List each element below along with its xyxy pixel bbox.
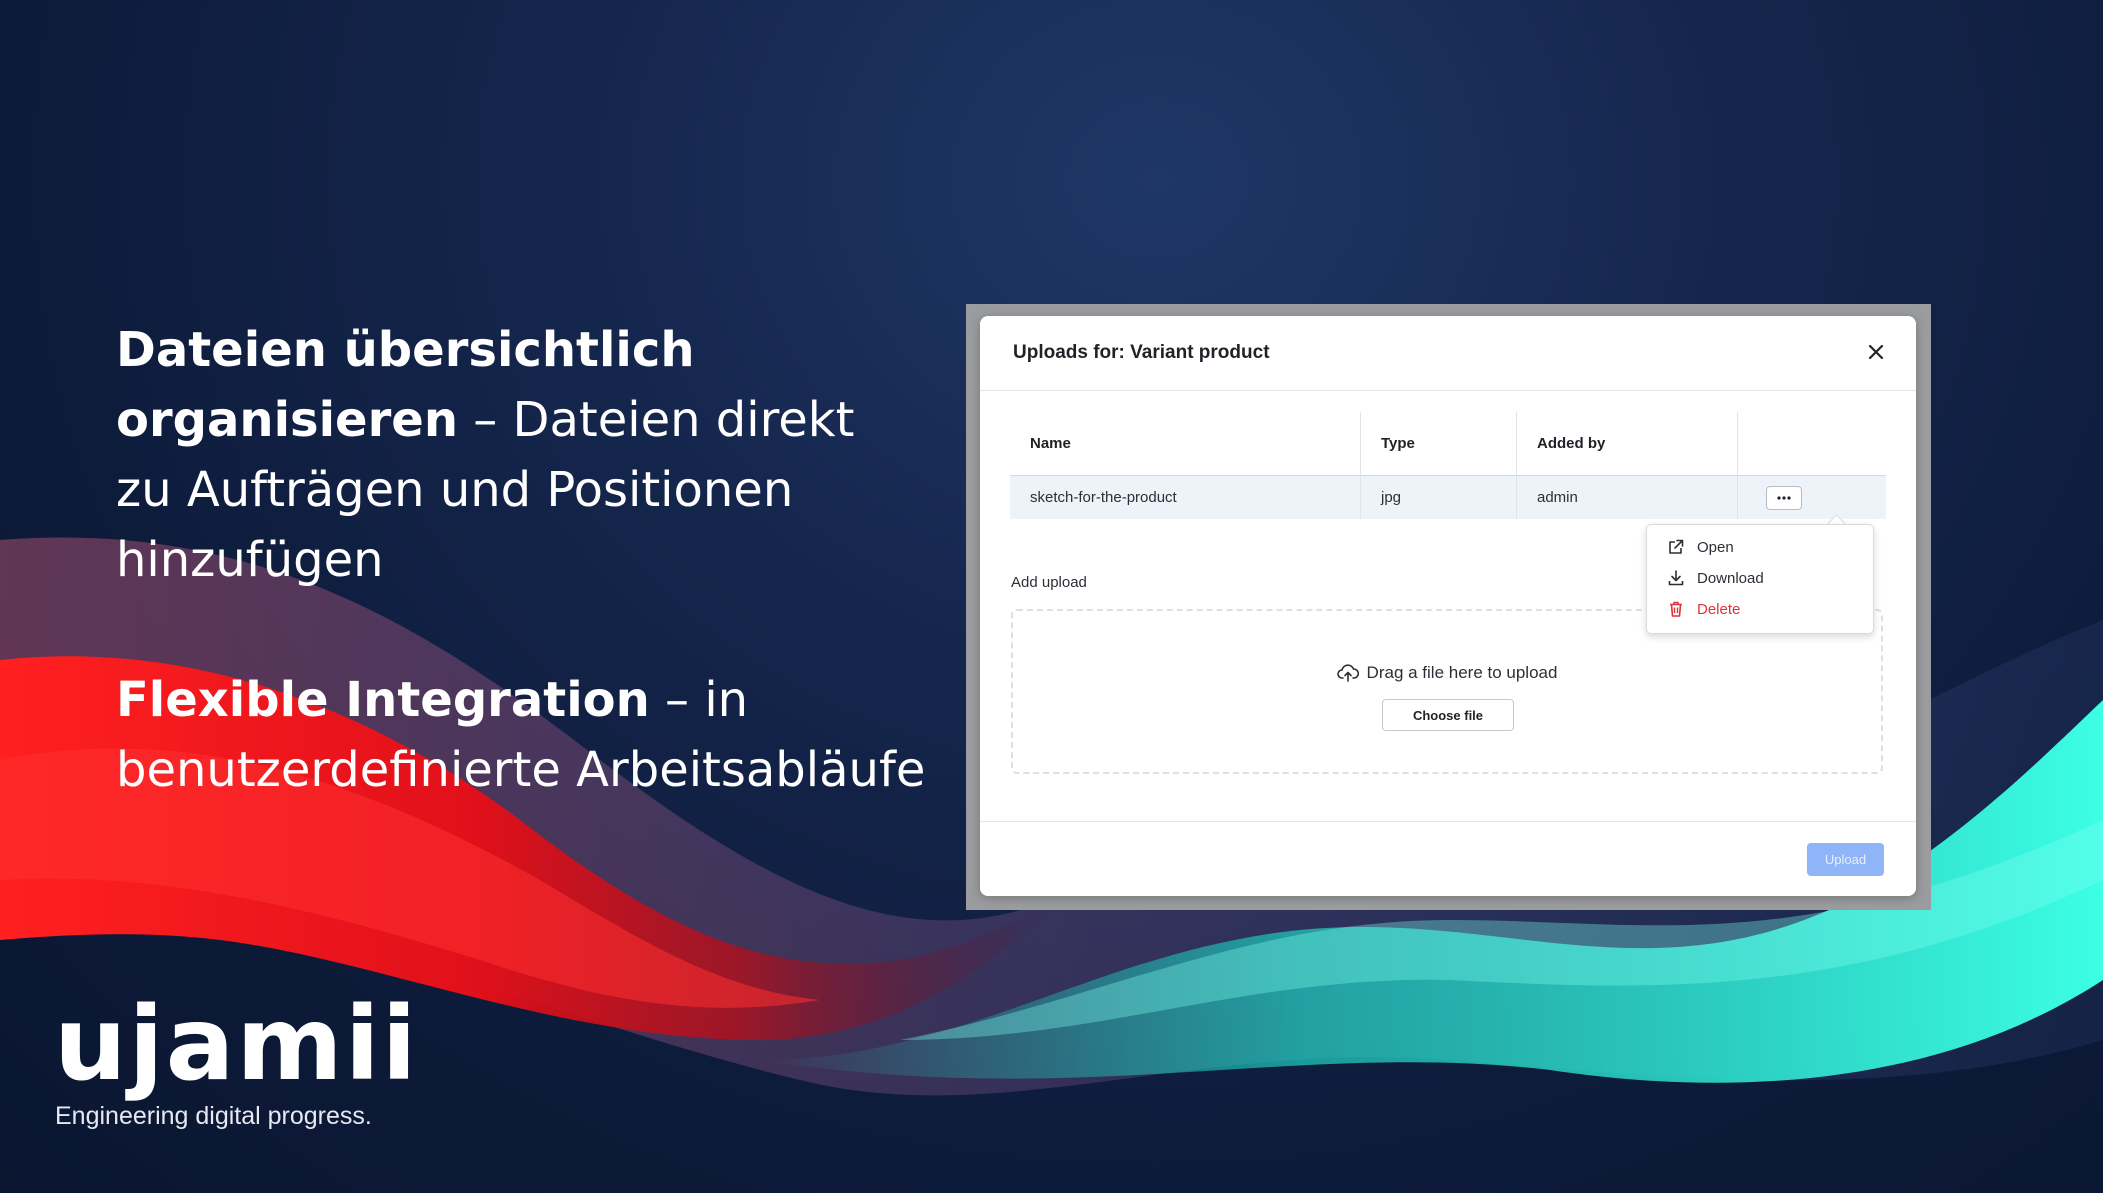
- headline-text-5: – in: [649, 672, 749, 728]
- cell-actions: [1737, 475, 1886, 519]
- download-icon: [1668, 570, 1684, 586]
- dialog-footer: Upload: [980, 821, 1916, 897]
- menu-label-open: Open: [1697, 538, 1734, 556]
- uploads-table: Name Type Added by sketch-for-the-produc…: [1010, 412, 1886, 519]
- trash-icon: [1670, 601, 1682, 617]
- ujamii-logo: ujamii Engineering digital progress.: [54, 990, 419, 1131]
- logo-wordmark: ujamii: [54, 985, 419, 1104]
- close-button[interactable]: [1860, 336, 1892, 368]
- choose-file-button[interactable]: Choose file: [1382, 699, 1514, 731]
- logo-tagline: Engineering digital progress.: [55, 1102, 372, 1130]
- menu-item-delete[interactable]: Delete: [1667, 597, 1740, 621]
- actions-menu: Open Download Delete: [1646, 524, 1874, 634]
- drop-text: Drag a file here to upload: [1366, 663, 1558, 682]
- headline-line-6: benutzerdefinierte Arbeitsabläufe: [116, 742, 926, 798]
- external-link-icon: [1669, 539, 1684, 554]
- cell-added-by: admin: [1516, 475, 1738, 519]
- headline-line-4: hinzufügen: [116, 532, 384, 588]
- table-row: sketch-for-the-product jpg admin: [1010, 475, 1886, 519]
- cell-type: jpg: [1360, 475, 1517, 519]
- headline-line-3: zu Aufträgen und Positionen: [116, 462, 794, 518]
- cell-name: sketch-for-the-product: [1010, 475, 1361, 519]
- upload-button[interactable]: Upload: [1807, 843, 1884, 876]
- headline-bold-2: organisieren: [116, 392, 458, 448]
- headline-bold-1: Dateien übersichtlich: [116, 322, 695, 378]
- header-name: Name: [1010, 412, 1361, 476]
- add-upload-label: Add upload: [1011, 574, 1087, 591]
- drop-hint: Drag a file here to upload: [1013, 663, 1881, 683]
- dialog-title: Uploads for: Variant product: [1013, 342, 1270, 363]
- menu-label-download: Download: [1697, 569, 1764, 587]
- header-actions: [1737, 412, 1886, 476]
- cloud-upload-icon: [1336, 664, 1359, 682]
- menu-item-download[interactable]: Download: [1667, 566, 1764, 590]
- headline-text-2: – Dateien direkt: [458, 392, 855, 448]
- headline: Dateien übersichtlich organisieren – Dat…: [116, 315, 936, 805]
- more-horizontal-icon: [1777, 495, 1791, 500]
- dialog-header: Uploads for: Variant product: [980, 316, 1916, 391]
- menu-label-delete: Delete: [1697, 600, 1741, 618]
- menu-item-open[interactable]: Open: [1667, 535, 1734, 559]
- header-type: Type: [1360, 412, 1517, 476]
- more-actions-button[interactable]: [1766, 485, 1802, 510]
- header-added-by: Added by: [1516, 412, 1738, 476]
- table-header-row: Name Type Added by: [1010, 412, 1886, 476]
- headline-bold-3: Flexible Integration: [116, 672, 650, 728]
- close-icon: [1868, 344, 1884, 360]
